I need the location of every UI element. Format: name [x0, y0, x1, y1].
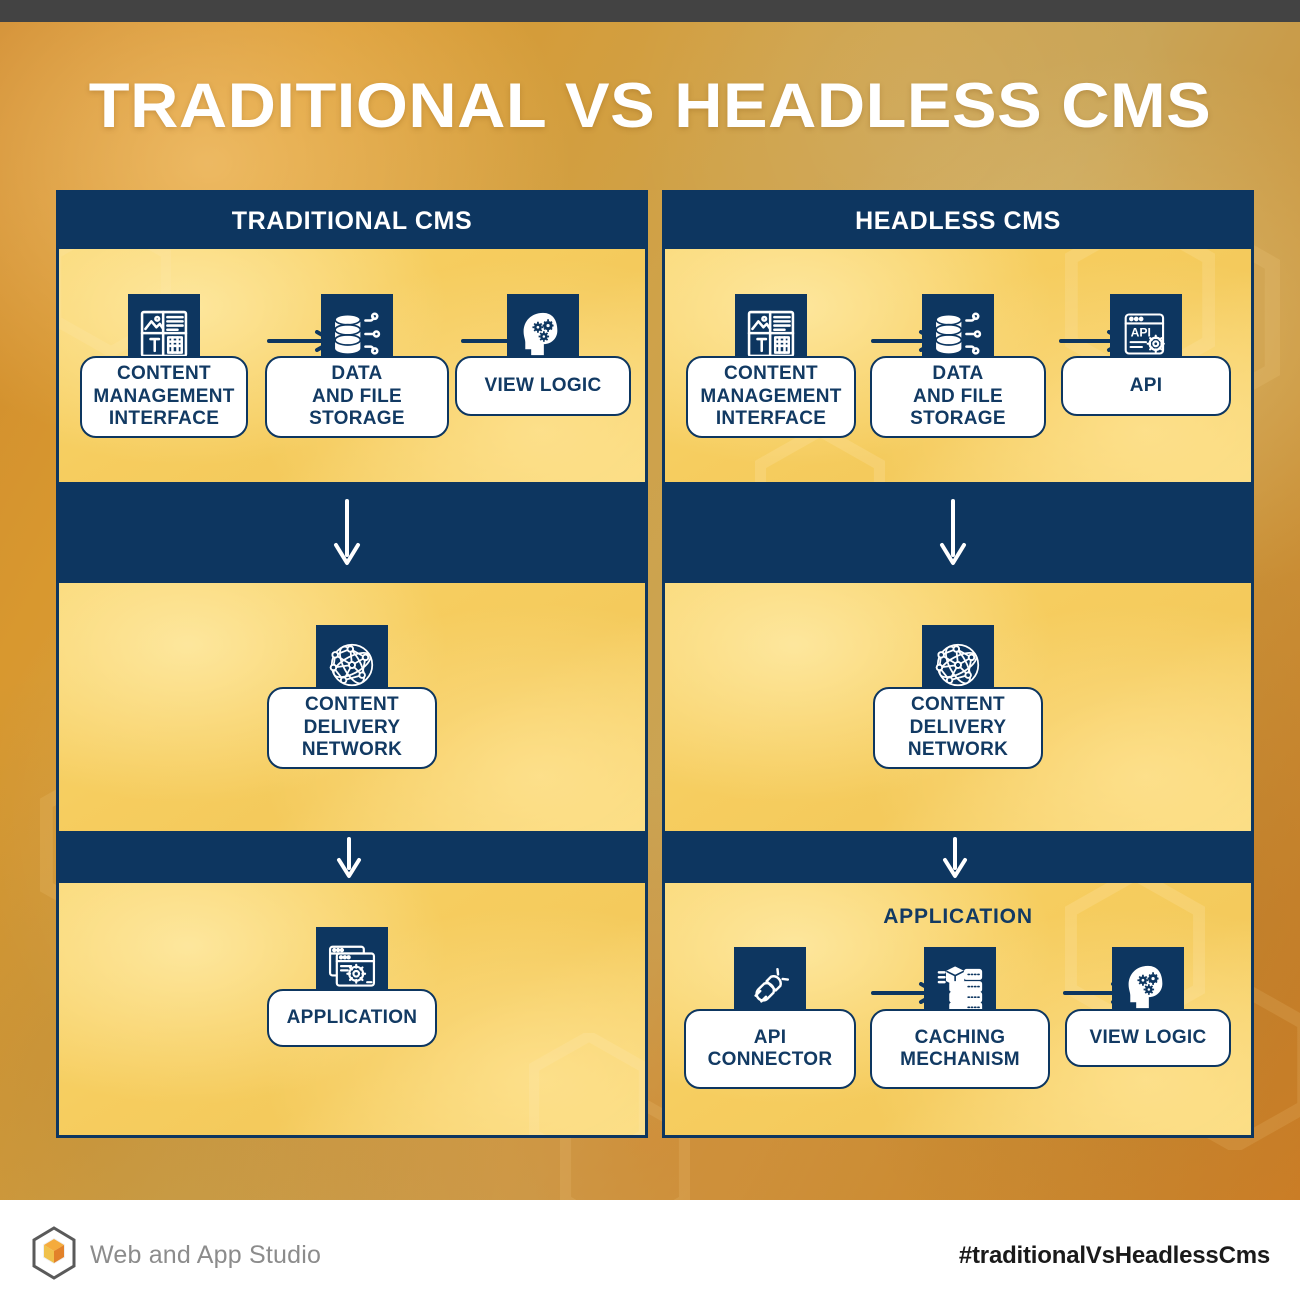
node-api[interactable]: API API — [1061, 294, 1231, 416]
label-view-logic: VIEW LOGIC — [1065, 1009, 1231, 1067]
arrow-down-icon — [940, 499, 966, 565]
headless-connector-1 — [665, 482, 1251, 583]
label-content-delivery-network: CONTENT DELIVERY NETWORK — [267, 687, 437, 769]
node-application[interactable]: APPLICATION — [267, 927, 437, 1047]
infographic-canvas: TRADITIONAL VS HEADLESS CMS TRADITIONAL … — [0, 0, 1300, 1300]
node-content-management-interface[interactable]: CONTENT MANAGEMENT INTERFACE — [686, 294, 856, 438]
label-text: CONTENT MANAGEMENT INTERFACE — [93, 363, 235, 430]
label-text: DATA AND FILE STORAGE — [910, 363, 1006, 430]
label-text: CONTENT DELIVERY NETWORK — [301, 694, 403, 761]
node-api-connector[interactable]: API CONNECTOR — [684, 947, 856, 1089]
label-caching-mechanism: CACHING MECHANISM — [870, 1009, 1050, 1089]
traditional-row-2: CONTENT DELIVERY NETWORK — [59, 583, 645, 831]
label-content-management-interface: CONTENT MANAGEMENT INTERFACE — [686, 356, 856, 438]
label-view-logic: VIEW LOGIC — [455, 356, 631, 416]
label-text: DATA AND FILE STORAGE — [309, 363, 405, 430]
hashtag: #traditionalVsHeadlessCms — [958, 1242, 1270, 1269]
heading-application: APPLICATION — [883, 905, 1033, 928]
headless-row-2: CONTENT DELIVERY NETWORK — [665, 583, 1251, 831]
traditional-row-1: CONTENT MANAGEMENT INTERFACE DATA AND FI… — [59, 249, 645, 482]
traditional-connector-1 — [59, 482, 645, 583]
arrow-down-icon — [943, 837, 967, 878]
panel-traditional-header: TRADITIONAL CMS — [59, 193, 645, 249]
traditional-connector-2 — [59, 831, 645, 883]
node-view-logic[interactable]: VIEW LOGIC — [455, 294, 631, 416]
page-title: TRADITIONAL VS HEADLESS CMS — [88, 71, 1212, 141]
label-content-management-interface: CONTENT MANAGEMENT INTERFACE — [80, 356, 248, 438]
label-text: APPLICATION — [286, 1006, 418, 1028]
brand-block: Web and App Studio — [30, 1226, 321, 1285]
label-api-connector: API CONNECTOR — [684, 1009, 856, 1089]
label-api: API — [1061, 356, 1231, 416]
node-content-management-interface[interactable]: CONTENT MANAGEMENT INTERFACE — [80, 294, 248, 438]
headless-connector-2 — [665, 831, 1251, 883]
label-content-delivery-network: CONTENT DELIVERY NETWORK — [873, 687, 1043, 769]
hexagon-watermark — [529, 1033, 645, 1135]
panel-traditional: TRADITIONAL CMS CONTENT MANAGEMENT INTER… — [56, 190, 648, 1138]
label-text: VIEW LOGIC — [1089, 1026, 1207, 1048]
label-text: API CONNECTOR — [707, 1026, 833, 1070]
label-data-and-file-storage: DATA AND FILE STORAGE — [265, 356, 449, 438]
arrow-down-icon — [337, 837, 361, 878]
traditional-row-3: APPLICATION — [59, 883, 645, 1135]
label-data-and-file-storage: DATA AND FILE STORAGE — [870, 356, 1046, 438]
top-strip — [0, 0, 1300, 22]
label-text: CONTENT MANAGEMENT INTERFACE — [700, 363, 842, 430]
node-data-and-file-storage[interactable]: DATA AND FILE STORAGE — [870, 294, 1046, 438]
arrow-down-icon — [334, 499, 360, 565]
label-text: VIEW LOGIC — [484, 374, 602, 396]
label-text: CACHING MECHANISM — [900, 1026, 1020, 1070]
label-text: CONTENT DELIVERY NETWORK — [907, 694, 1009, 761]
panel-headless-header: HEADLESS CMS — [665, 193, 1251, 249]
headless-row-3: APPLICATION API CONNECTOR CACHING MECHAN… — [665, 883, 1251, 1135]
node-data-and-file-storage[interactable]: DATA AND FILE STORAGE — [265, 294, 449, 438]
label-application: APPLICATION — [267, 989, 437, 1047]
panel-headless-body: CONTENT MANAGEMENT INTERFACE DATA AND FI… — [665, 249, 1251, 1135]
node-content-delivery-network[interactable]: CONTENT DELIVERY NETWORK — [267, 625, 437, 769]
svg-text:API: API — [1131, 325, 1151, 339]
panel-traditional-body: CONTENT MANAGEMENT INTERFACE DATA AND FI… — [59, 249, 645, 1135]
node-view-logic[interactable]: VIEW LOGIC — [1065, 947, 1231, 1067]
hexagon-cube-logo — [30, 1226, 78, 1285]
headless-row-1: CONTENT MANAGEMENT INTERFACE DATA AND FI… — [665, 249, 1251, 482]
label-text: API — [1129, 374, 1163, 396]
brand-name: Web and App Studio — [90, 1241, 322, 1269]
node-caching-mechanism[interactable]: CACHING MECHANISM — [870, 947, 1050, 1089]
panel-headless: HEADLESS CMS CONTENT MANAGEMENT INTERFAC… — [662, 190, 1254, 1138]
node-content-delivery-network[interactable]: CONTENT DELIVERY NETWORK — [873, 625, 1043, 769]
